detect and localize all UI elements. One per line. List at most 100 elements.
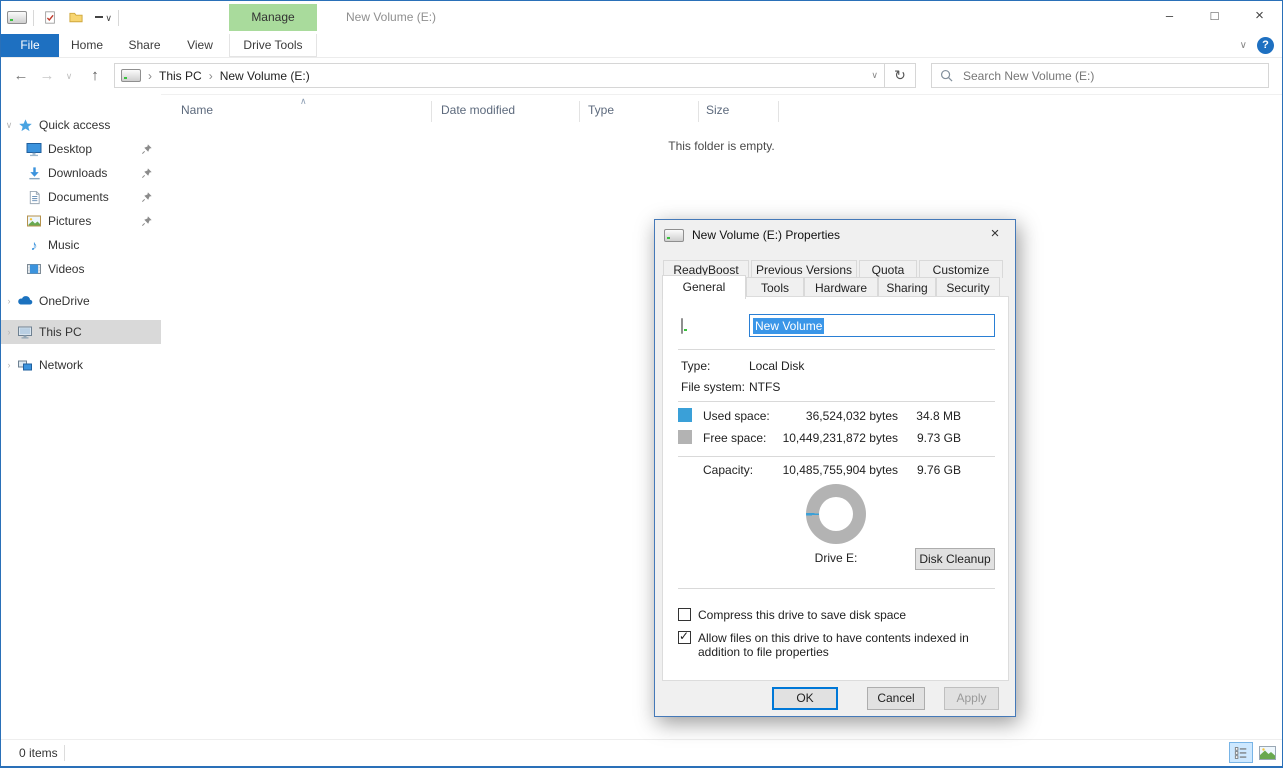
address-dropdown-chevron-icon[interactable]: ∨ [871,70,878,81]
column-header-date-modified[interactable]: Date modified [441,103,515,117]
free-space-legend-swatch [678,430,692,444]
chevron-collapsed-icon[interactable]: › [1,360,17,370]
tab-customize[interactable]: Customize [919,260,1003,278]
this-pc-icon [17,324,33,340]
qat-customize-button[interactable]: ∨ [92,7,112,29]
drive-icon [664,229,684,242]
sidebar-item-onedrive[interactable]: › OneDrive [1,289,161,313]
index-checkbox-label[interactable]: Allow files on this drive to have conten… [698,631,998,659]
up-icon[interactable]: ↑ [85,58,105,94]
dialog-close-button[interactable]: × [975,220,1015,248]
close-button[interactable]: × [1237,1,1282,31]
chevron-down-icon: ∨ [105,13,112,23]
chevron-expanded-icon[interactable]: ∨ [1,120,17,131]
disk-cleanup-button[interactable]: Disk Cleanup [915,548,995,570]
sidebar-item-quick-access[interactable]: ∨ Quick access [1,113,161,137]
search-input[interactable] [961,68,1260,84]
navigation-pane: ∨ Quick access Desktop Downloads [1,94,161,740]
disk-usage-donut-chart [806,484,866,544]
forward-icon[interactable]: → [37,58,57,94]
back-icon[interactable]: ← [11,58,31,94]
free-space-size: 9.73 GB [903,431,961,445]
ok-button[interactable]: OK [772,687,838,710]
column-header-type[interactable]: Type [588,103,614,117]
sidebar-item-label: Pictures [48,214,91,228]
quick-access-toolbar: ∨ [7,1,119,34]
sidebar-item-label: Downloads [48,166,107,180]
tab-hardware[interactable]: Hardware [804,277,878,297]
column-header-name[interactable]: Name [181,103,213,117]
help-icon[interactable]: ? [1257,37,1274,54]
pin-icon [141,191,153,203]
tab-home[interactable]: Home [61,34,113,57]
qat-properties-button[interactable] [40,7,60,29]
address-bar[interactable]: › This PC › New Volume (E:) ∨ [114,63,885,88]
search-box[interactable] [931,63,1269,88]
tab-file[interactable]: File [1,34,59,57]
chevron-collapsed-icon[interactable]: › [1,327,17,337]
search-icon [940,69,953,82]
column-divider[interactable] [579,101,580,122]
sidebar-item-videos[interactable]: Videos [1,257,161,281]
network-icon [17,357,33,373]
sidebar-item-network[interactable]: › Network [1,353,161,377]
onedrive-cloud-icon [17,293,33,309]
dialog-title: New Volume (E:) Properties [692,228,840,242]
breadcrumb-current[interactable]: New Volume (E:) [220,69,310,83]
contextual-tab-manage[interactable]: Manage [229,4,317,31]
capacity-bytes: 10,485,755,904 bytes [753,463,898,477]
checkmark-icon: ✓ [679,629,689,643]
volume-label-input[interactable]: New Volume [749,314,995,337]
tab-sharing[interactable]: Sharing [878,277,936,297]
used-space-size: 34.8 MB [903,409,961,423]
sidebar-item-documents[interactable]: Documents [1,185,161,209]
sidebar-item-this-pc[interactable]: › This PC [1,320,161,344]
cancel-button[interactable]: Cancel [867,687,925,710]
refresh-button[interactable]: ↻ [885,63,916,88]
column-divider[interactable] [778,101,779,122]
tab-tools[interactable]: Tools [746,277,804,297]
column-divider[interactable] [431,101,432,122]
tab-previous-versions[interactable]: Previous Versions [751,260,857,278]
tab-drive-tools[interactable]: Drive Tools [229,34,317,57]
sidebar-item-desktop[interactable]: Desktop [1,137,161,161]
compress-checkbox[interactable] [678,608,691,621]
tab-quota[interactable]: Quota [859,260,917,278]
sidebar-item-downloads[interactable]: Downloads [1,161,161,185]
used-space-bytes: 36,524,032 bytes [753,409,898,423]
breadcrumb-this-pc[interactable]: This PC [159,69,202,83]
details-view-button[interactable] [1229,742,1253,763]
pin-icon [141,143,153,155]
app-drive-icon[interactable] [7,11,27,24]
details-view-icon [1234,746,1248,759]
file-explorer-window: ∨ Manage New Volume (E:) – □ × File Home… [0,0,1283,768]
chevron-collapsed-icon[interactable]: › [1,296,17,306]
window-controls: – □ × [1147,1,1282,31]
apply-button[interactable]: Apply [944,687,999,710]
compress-checkbox-label[interactable]: Compress this drive to save disk space [698,608,906,622]
sidebar-item-label: Music [48,238,79,252]
tab-share[interactable]: Share [116,34,173,57]
music-icon: ♪ [26,237,42,253]
sidebar-item-label: Desktop [48,142,92,156]
dialog-tabs-front-row: General Tools Hardware Sharing Security [662,277,1000,297]
index-checkbox[interactable]: ✓ [678,631,691,644]
qat-new-folder-button[interactable] [66,7,86,29]
collapse-ribbon-icon[interactable]: ∨ [1240,40,1247,51]
capacity-label: Capacity: [703,463,753,477]
thumbnail-view-icon [1259,746,1276,760]
thumbnail-view-button[interactable] [1255,742,1279,763]
general-tab-page: New Volume Type: Local Disk File system:… [662,296,1009,681]
tab-general[interactable]: General [662,275,746,299]
videos-icon [26,261,42,277]
divider [33,10,34,26]
column-header-size[interactable]: Size [706,103,729,117]
tab-view[interactable]: View [175,34,225,57]
sidebar-item-pictures[interactable]: Pictures [1,209,161,233]
minimize-button[interactable]: – [1147,1,1192,31]
column-divider[interactable] [698,101,699,122]
sidebar-item-music[interactable]: ♪ Music [1,233,161,257]
recent-locations-chevron-icon[interactable]: ∨ [61,58,77,94]
maximize-button[interactable]: □ [1192,1,1237,31]
tab-security[interactable]: Security [936,277,1000,297]
